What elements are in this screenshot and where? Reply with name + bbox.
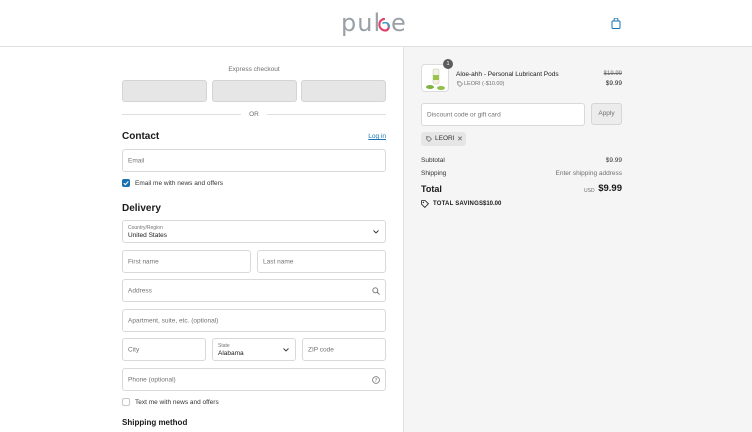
country-value: United States	[128, 232, 168, 239]
shipping-value: Enter shipping address	[555, 170, 623, 177]
delivery-title: Delivery	[122, 203, 161, 214]
country-select[interactable]: Country/Region United States	[122, 220, 386, 243]
city-placeholder: City	[128, 346, 140, 353]
text-news-label: Text me with news and offers	[135, 399, 219, 406]
express-pay-button-2[interactable]	[212, 80, 297, 102]
currency-code: USD	[584, 188, 595, 194]
header: pul e	[0, 0, 752, 47]
discount-code-label: LEORI	[435, 135, 455, 142]
first-name-field[interactable]: First name	[122, 250, 251, 273]
search-icon	[372, 286, 380, 295]
state-value: Alabama	[218, 350, 244, 357]
shopping-bag-icon[interactable]	[611, 18, 621, 29]
remove-discount-icon[interactable]: ✕	[457, 135, 463, 143]
discount-chip: LEORI ✕	[421, 132, 466, 146]
address-placeholder: Address	[128, 287, 152, 294]
email-field[interactable]: Email	[122, 149, 386, 172]
pulse-logo[interactable]: pul e	[339, 9, 409, 39]
savings-tag-icon	[421, 200, 429, 208]
quantity-badge: 1	[443, 59, 453, 69]
help-icon[interactable]: ?	[372, 375, 380, 384]
total-savings-value: $10.00	[483, 201, 502, 207]
check-icon	[123, 181, 129, 186]
product-discount: LEORI (-$10.00)	[464, 81, 505, 87]
lubricant-bottle-image	[426, 68, 445, 90]
discount-tag-icon	[426, 136, 432, 142]
product-price: $9.99	[605, 80, 622, 87]
total-value: $9.99	[598, 183, 622, 194]
zip-placeholder: ZIP code	[308, 346, 334, 353]
email-placeholder: Email	[128, 157, 145, 164]
state-select[interactable]: State Alabama	[212, 338, 296, 361]
or-separator: OR	[249, 111, 259, 118]
apartment-field[interactable]: Apartment, suite, etc. (optional)	[122, 309, 386, 332]
express-pay-button-3[interactable]	[301, 80, 386, 102]
subtotal-value: $9.99	[605, 157, 622, 164]
text-news-checkbox[interactable]	[122, 398, 130, 406]
contact-title: Contact	[122, 131, 160, 142]
svg-text:?: ?	[375, 378, 378, 384]
last-name-field[interactable]: Last name	[257, 250, 386, 273]
discount-code-field[interactable]: Discount code or gift card	[421, 103, 585, 126]
state-label: State	[218, 343, 230, 349]
first-name-placeholder: First name	[128, 258, 159, 265]
total-savings-label: TOTAL SAVINGS	[433, 201, 484, 207]
apartment-placeholder: Apartment, suite, etc. (optional)	[128, 317, 219, 324]
original-price: $19.99	[603, 71, 622, 77]
shipping-label: Shipping	[421, 170, 447, 177]
shipping-method-title: Shipping method	[122, 418, 188, 427]
svg-text:pul: pul	[341, 9, 381, 37]
apply-button[interactable]: Apply	[591, 103, 622, 125]
email-news-label: Email me with news and offers	[135, 180, 224, 187]
express-checkout-title: Express checkout	[228, 66, 280, 73]
product-name: Aloe-ahh - Personal Lubricant Pods	[456, 71, 559, 78]
discount-tag-icon	[457, 81, 463, 87]
divider-right	[267, 114, 386, 115]
phone-field[interactable]: Phone (optional) ?	[122, 368, 386, 391]
last-name-placeholder: Last name	[263, 258, 294, 265]
address-field[interactable]: Address	[122, 279, 386, 302]
svg-text:e: e	[391, 9, 406, 37]
chevron-down-icon	[283, 347, 289, 352]
chevron-down-icon	[373, 229, 379, 234]
phone-placeholder: Phone (optional)	[128, 376, 176, 383]
express-pay-button-1[interactable]	[122, 80, 207, 102]
discount-placeholder: Discount code or gift card	[427, 111, 501, 118]
email-news-checkbox[interactable]	[122, 179, 130, 187]
subtotal-label: Subtotal	[421, 157, 445, 164]
city-field[interactable]: City	[122, 338, 206, 361]
total-label: Total	[421, 184, 442, 194]
country-label: Country/Region	[128, 225, 163, 231]
divider-left	[122, 114, 241, 115]
zip-field[interactable]: ZIP code	[302, 338, 386, 361]
login-link[interactable]: Log in	[360, 133, 386, 140]
